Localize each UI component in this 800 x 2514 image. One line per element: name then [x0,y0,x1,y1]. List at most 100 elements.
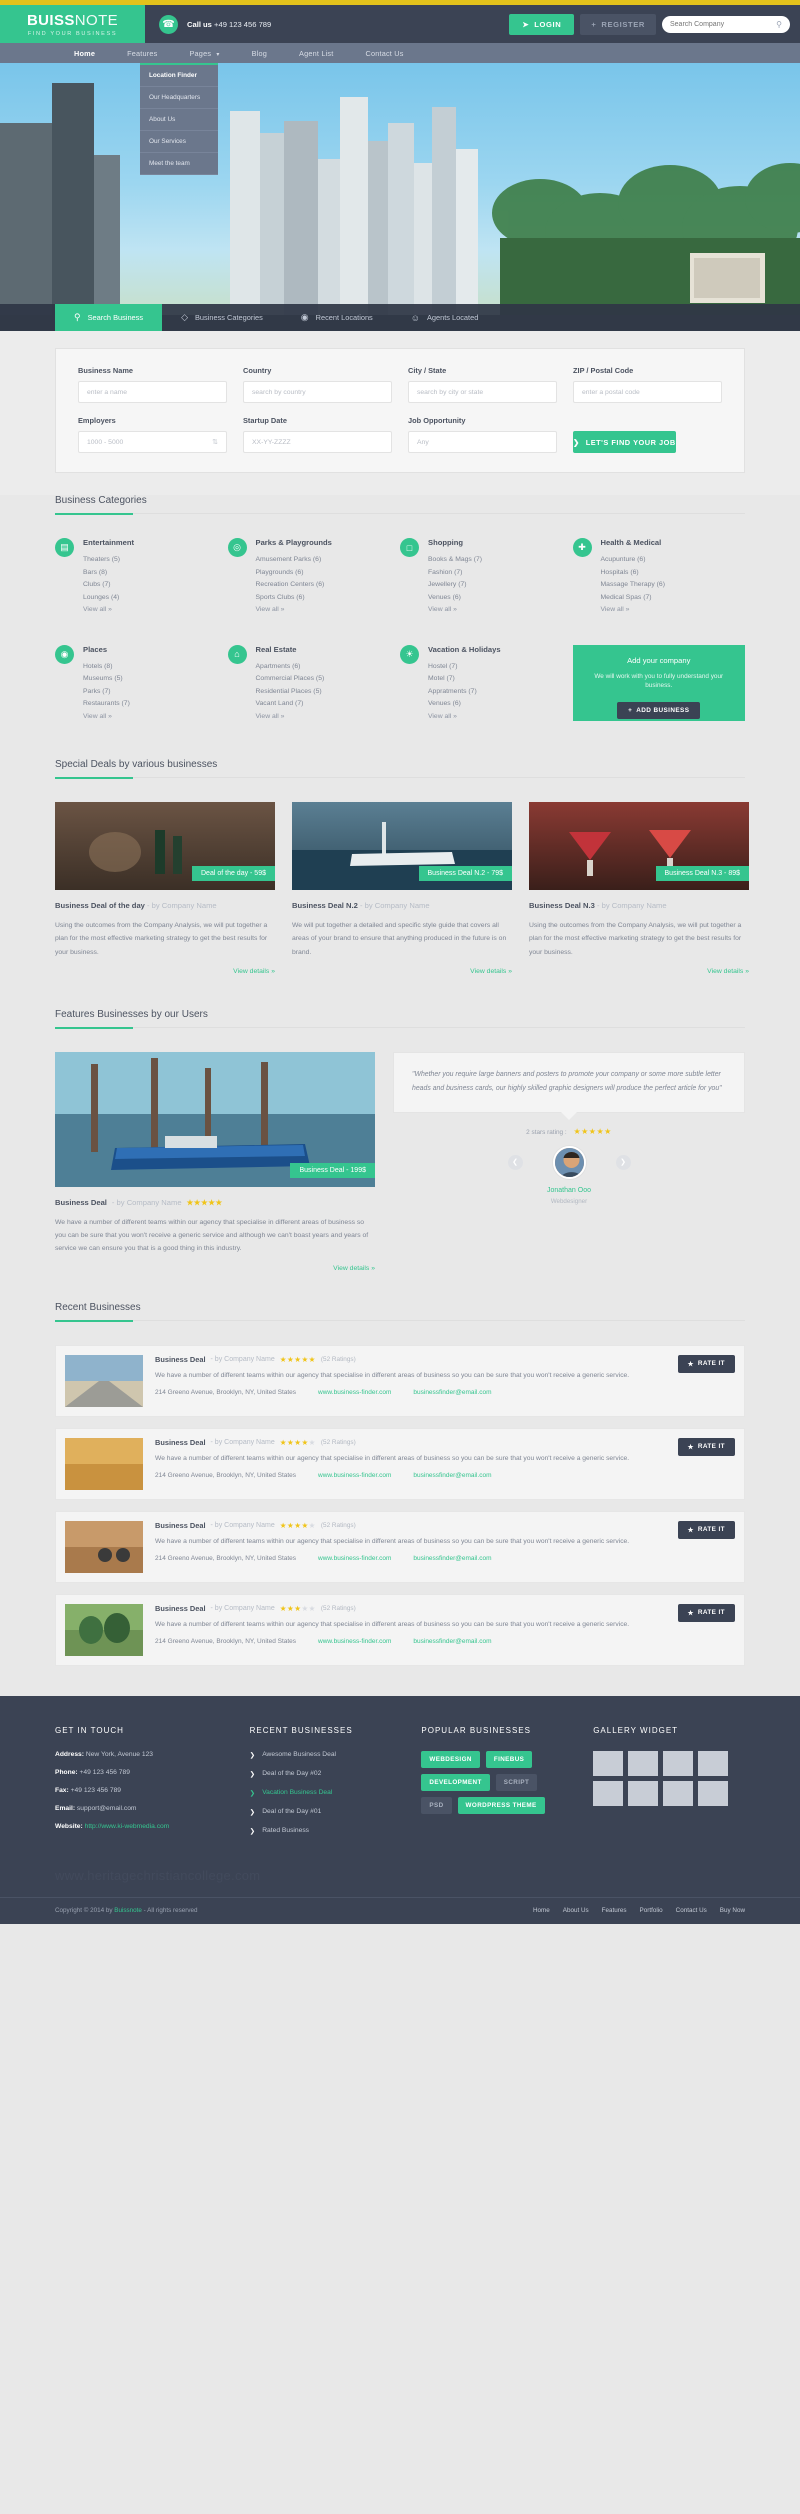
copyright-link[interactable]: Buissnote [114,1907,142,1914]
business-email[interactable]: businessfinder@email.com [413,1472,491,1479]
dropdown-item-about-us[interactable]: About Us [140,109,218,131]
footer-recent-item[interactable]: ❯ Deal of the Day #02 [250,1770,402,1778]
category-link[interactable]: Appratments (7) [428,688,501,695]
input-business-name[interactable]: enter a name [78,381,227,403]
header-search-input[interactable] [670,20,777,28]
footer-tag[interactable]: SCRIPT [495,1773,538,1791]
category-vacation-holidays[interactable]: ☀ Vacation & Holidays Hostel (7) Motel (7) A… [400,644,573,726]
category-link[interactable]: Jewellery (7) [428,581,482,588]
footer-nav-home[interactable]: Home [533,1907,550,1914]
nav-item-blog[interactable]: Blog [236,49,283,58]
category-link[interactable]: View all » [428,606,482,613]
deal-card[interactable]: Business Deal N.2 - 79$ Business Deal N.2… [292,802,512,975]
nav-item-pages[interactable]: Pages ▾ [173,49,235,58]
category-link[interactable]: Venues (6) [428,700,501,707]
header-search[interactable]: ⚲ [662,15,790,33]
dropdown-item-our-headquarters[interactable]: Our Headquarters [140,87,218,109]
gallery-thumb[interactable] [663,1750,694,1776]
category-link[interactable]: Restaurants (7) [83,700,130,707]
category-link[interactable]: Hospitals (6) [601,569,665,576]
input-city-state[interactable]: search by city or state [408,381,557,403]
category-link[interactable]: Theaters (5) [83,556,134,563]
business-row[interactable]: Business Deal - by Company Name ★★★★★ (52 R… [55,1344,745,1417]
category-link[interactable]: View all » [83,606,134,613]
rate-it-button[interactable]: ★ RATE IT [677,1437,735,1456]
footer-tag[interactable]: DEVELOPMENT [421,1773,490,1791]
footer-nav-buy-now[interactable]: Buy Now [720,1907,745,1914]
deal-view-link[interactable]: View details » [55,968,275,975]
business-website[interactable]: www.business-finder.com [318,1555,391,1562]
footer-tag[interactable]: FINEBUS [485,1750,533,1768]
dropdown-item-location-finder[interactable]: Location Finder [140,65,218,87]
rate-it-button[interactable]: ★ RATE IT [677,1603,735,1622]
stepper-icon[interactable]: ⇅ [212,438,218,446]
category-link[interactable]: Apartments (6) [256,663,325,670]
search-icon[interactable]: ⚲ [776,20,782,29]
business-email[interactable]: businessfinder@email.com [413,1389,491,1396]
find-job-button[interactable]: ❯ LET'S FIND YOUR JOB [573,431,676,453]
footer-recent-item[interactable]: ❯ Rated Business [250,1827,402,1835]
category-link[interactable]: View all » [83,713,130,720]
login-button[interactable]: ➤ LOGIN [509,13,575,35]
category-shopping[interactable]: □ Shopping Books & Mags (7) Fashion (7) Jewe… [400,538,573,619]
category-link[interactable]: Vacant Land (7) [256,700,325,707]
footer-nav-portfolio[interactable]: Portfolio [640,1907,663,1914]
business-email[interactable]: businessfinder@email.com [413,1555,491,1562]
add-business-button[interactable]: + ADD BUSINESS [617,702,701,720]
category-link[interactable]: Lounges (4) [83,594,134,601]
search-tab-recent-locations[interactable]: ◉ Recent Locations [282,304,392,331]
search-tab-agents-located[interactable]: ☺ Agents Located [392,304,498,331]
business-website[interactable]: www.business-finder.com [318,1389,391,1396]
gallery-thumb[interactable] [628,1780,659,1806]
deal-card[interactable]: Deal of the day - 59$ Business Deal of th… [55,802,275,975]
gallery-thumb[interactable] [663,1780,694,1806]
category-link[interactable]: Amusement Parks (6) [256,556,332,563]
gallery-thumb[interactable] [698,1750,729,1776]
deal-card[interactable]: Business Deal N.3 - 89$ Business Deal N.3… [529,802,749,975]
category-link[interactable]: Bars (8) [83,569,134,576]
category-link[interactable]: Venues (6) [428,594,482,601]
footer-recent-item[interactable]: ❯ Deal of the Day #01 [250,1808,402,1816]
business-website[interactable]: www.business-finder.com [318,1638,391,1645]
category-link[interactable]: Hotels (8) [83,663,130,670]
footer-tag[interactable]: WEBDESIGN [421,1750,480,1768]
category-link[interactable]: Residential Places (5) [256,688,325,695]
site-logo[interactable]: BUISSNOTE FIND YOUR BUSINESS [0,5,145,43]
category-link[interactable]: Books & Mags (7) [428,556,482,563]
category-link[interactable]: View all » [428,713,501,720]
category-link[interactable]: View all » [256,606,332,613]
rate-it-button[interactable]: ★ RATE IT [677,1354,735,1373]
category-link[interactable]: Massage Therapy (6) [601,581,665,588]
next-arrow-icon[interactable]: ❯ [615,1154,631,1170]
footer-tag[interactable]: PSD [421,1796,452,1814]
input-employers[interactable]: 1000 - 5000 ⇅ [78,431,227,453]
footer-tag[interactable]: WORDPRESS THEME [457,1796,545,1814]
category-link[interactable]: Playgrounds (6) [256,569,332,576]
category-health-medical[interactable]: ✚ Health & Medical Acupunture (6) Hospitals… [572,538,746,619]
footer-nav-contact-us[interactable]: Contact Us [676,1907,707,1914]
featured-view-link[interactable]: View details » [55,1265,375,1272]
search-tab-search-business[interactable]: ⚲ Search Business [55,304,163,331]
nav-item-features[interactable]: Features [111,49,173,58]
business-row[interactable]: Business Deal - by Company Name ★★★★★ (52 R… [55,1510,745,1583]
category-link[interactable]: View all » [601,606,665,613]
input-country[interactable]: search by country [243,381,392,403]
category-link[interactable]: Motel (7) [428,675,501,682]
business-email[interactable]: businessfinder@email.com [413,1638,491,1645]
category-link[interactable]: Recreation Centers (6) [256,581,332,588]
gallery-thumb[interactable] [628,1750,659,1776]
footer-website-link[interactable]: http://www.ki-webmedia.com [83,1823,170,1830]
gallery-thumb[interactable] [593,1780,624,1806]
business-row[interactable]: Business Deal - by Company Name ★★★★★ (52 R… [55,1427,745,1500]
nav-item-contact-us[interactable]: Contact Us [349,49,419,58]
category-parks-playgrounds[interactable]: ◎ Parks & Playgrounds Amusement Parks (6) P… [227,538,401,619]
rate-it-button[interactable]: ★ RATE IT [677,1520,735,1539]
category-link[interactable]: Medical Spas (7) [601,594,665,601]
nav-item-home[interactable]: Home [58,49,111,58]
footer-recent-item[interactable]: ❯ Awesome Business Deal [250,1751,402,1759]
category-entertainment[interactable]: ▤ Entertainment Theaters (5) Bars (8) Clubs … [55,538,228,619]
search-tab-business-categories[interactable]: ◇ Business Categories [162,304,282,331]
category-link[interactable]: View all » [256,713,325,720]
input-job-opportunity[interactable]: Any [408,431,557,453]
nav-item-agent-list[interactable]: Agent List [283,49,349,58]
